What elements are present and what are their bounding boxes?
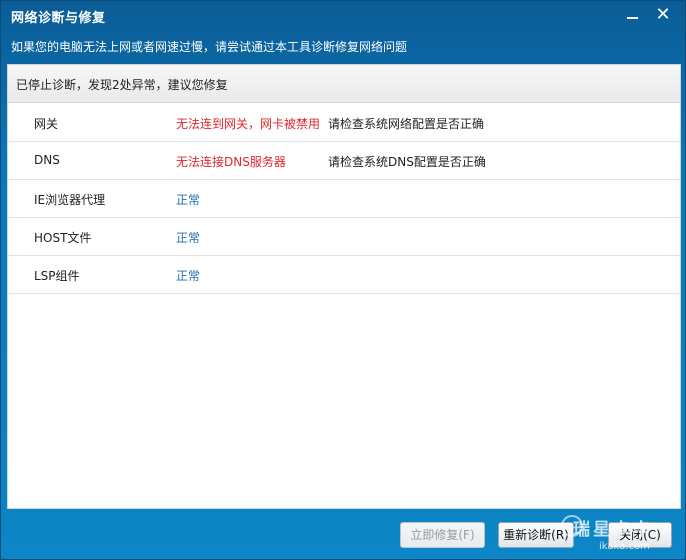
diagnosis-row-lsp: LSP组件 正常: [8, 255, 680, 294]
item-name: LSP组件: [34, 269, 80, 283]
diagnosis-row-host-file: HOST文件 正常: [8, 217, 680, 256]
item-name: HOST文件: [34, 231, 92, 245]
item-advice: 请检查系统网络配置是否正确: [328, 117, 485, 131]
watermark-url: ikaka.com: [599, 541, 650, 552]
status-bar: 已停止诊断，发现2处异常，建议您修复: [8, 65, 680, 103]
item-name: 网关: [34, 117, 59, 131]
status-text: 已停止诊断，发现2处异常，建议您修复: [16, 78, 228, 92]
close-icon[interactable]: ✕: [651, 4, 675, 26]
title-bar: 网络诊断与修复 ✕: [1, 1, 685, 31]
item-name: DNS: [34, 153, 60, 167]
item-result: 正常: [176, 269, 201, 283]
item-advice: 请检查系统DNS配置是否正确: [328, 155, 486, 169]
diagnosis-row-gateway: 网关 无法连到网关，网卡被禁用 请检查系统网络配置是否正确: [8, 103, 680, 142]
minimize-icon[interactable]: [621, 4, 645, 26]
watermark-text: 瑞星卡卡: [573, 520, 653, 540]
diagnosis-panel: 已停止诊断，发现2处异常，建议您修复 网关 无法连到网关，网卡被禁用 请检查系统…: [7, 64, 681, 509]
item-result: 无法连接DNS服务器: [176, 155, 286, 169]
item-result: 正常: [176, 231, 201, 245]
window-title: 网络诊断与修复: [11, 11, 106, 26]
repair-now-button[interactable]: 立即修复(F): [400, 522, 485, 548]
watermark-logo: 瑞星卡卡 ikaka.com: [561, 509, 685, 559]
item-result: 无法连到网关，网卡被禁用: [176, 117, 321, 131]
diagnosis-row-ie-proxy: IE浏览器代理 正常: [8, 179, 680, 218]
item-result: 正常: [176, 193, 201, 207]
network-diagnosis-window: 网络诊断与修复 ✕ 如果您的电脑无法上网或者网速过慢，请尝试通过本工具诊断修复网…: [0, 0, 686, 560]
item-name: IE浏览器代理: [34, 193, 106, 207]
window-subtitle: 如果您的电脑无法上网或者网速过慢，请尝试通过本工具诊断修复网络问题: [11, 40, 408, 54]
diagnosis-row-dns: DNS 无法连接DNS服务器 请检查系统DNS配置是否正确: [8, 141, 680, 180]
